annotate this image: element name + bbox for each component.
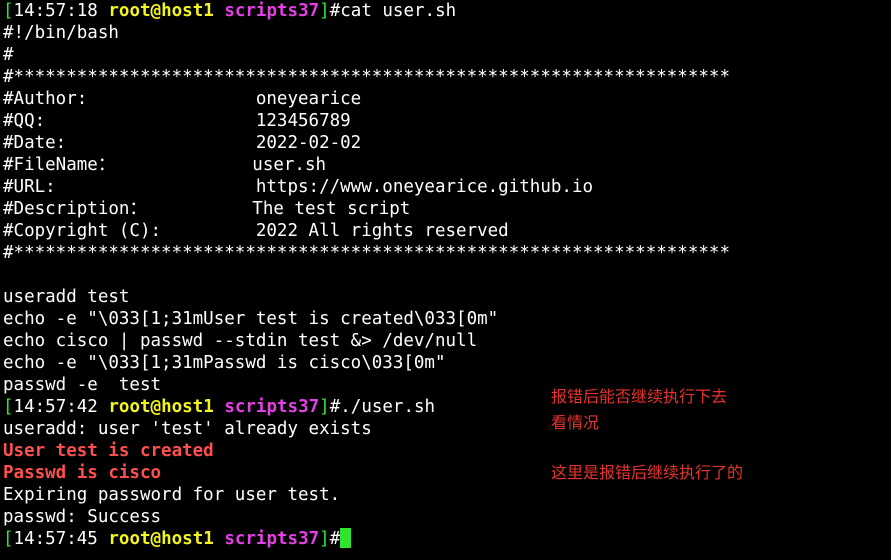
prompt-dir: scripts37: [224, 1, 320, 21]
script-line: echo -e "\033[1;31mUser test is created\…: [3, 309, 499, 329]
script-line: #Description： The test script: [3, 199, 411, 219]
script-line: #Date: 2022-02-02: [3, 133, 362, 153]
script-line: #Author: oneyearice: [3, 89, 362, 109]
script-line: echo -e "\033[1;31mPasswd is cisco\033[0…: [3, 353, 446, 373]
output-created: User test is created: [3, 441, 214, 461]
annotation-note-2: 这里是报错后继续执行了的: [551, 463, 744, 482]
prompt-command: ./user.sh: [340, 397, 436, 417]
prompt-time: 14:57:42: [13, 397, 98, 417]
script-line: passwd -e test: [3, 375, 162, 395]
prompt-command: cat user.sh: [340, 1, 457, 21]
script-line: #!/bin/bash: [3, 23, 119, 43]
output-passwd: Passwd is cisco: [3, 463, 162, 483]
prompt-dir: scripts37: [224, 529, 320, 549]
terminal-cursor[interactable]: [340, 528, 352, 548]
script-line: echo cisco | passwd --stdin test &> /dev…: [3, 331, 478, 351]
prompt-line-2: [14:57:42 root@host1 scripts37]#./user.s…: [3, 397, 436, 417]
prompt-user: root: [108, 1, 151, 21]
output-useradd: useradd: user 'test' already exists: [3, 419, 372, 439]
script-line: #: [3, 45, 14, 65]
script-line: #QQ: 123456789: [3, 111, 351, 131]
script-line: useradd test: [3, 287, 130, 307]
prompt-dir: scripts37: [224, 397, 320, 417]
script-line: #***************************************…: [3, 67, 730, 87]
prompt-line-1: [14:57:18 root@host1 scripts37]#cat user…: [3, 1, 457, 21]
prompt-host: host1: [161, 529, 214, 549]
script-line: #***************************************…: [3, 243, 730, 263]
script-line: #Copyright (C): 2022 All rights reserved: [3, 221, 509, 241]
output-success: passwd: Success: [3, 507, 162, 527]
script-line: #URL: https://www.oneyearice.github.io: [3, 177, 594, 197]
prompt-host: host1: [161, 1, 214, 21]
annotation-note-1-line-1: 报错后能否继续执行下去: [551, 387, 728, 406]
prompt-host: host1: [161, 397, 214, 417]
output-expiring: Expiring password for user test.: [3, 485, 341, 505]
prompt-line-3[interactable]: [14:57:45 root@host1 scripts37]#: [3, 528, 352, 550]
prompt-user: root: [108, 529, 151, 549]
prompt-time: 14:57:18: [13, 1, 98, 21]
annotation-note-1-line-2: 看情况: [551, 413, 600, 432]
terminal-window[interactable]: [14:57:18 root@host1 scripts37]#cat user…: [0, 0, 891, 560]
script-line: #FileName： user.sh: [3, 155, 327, 175]
prompt-user: root: [108, 397, 151, 417]
prompt-time: 14:57:45: [13, 529, 98, 549]
